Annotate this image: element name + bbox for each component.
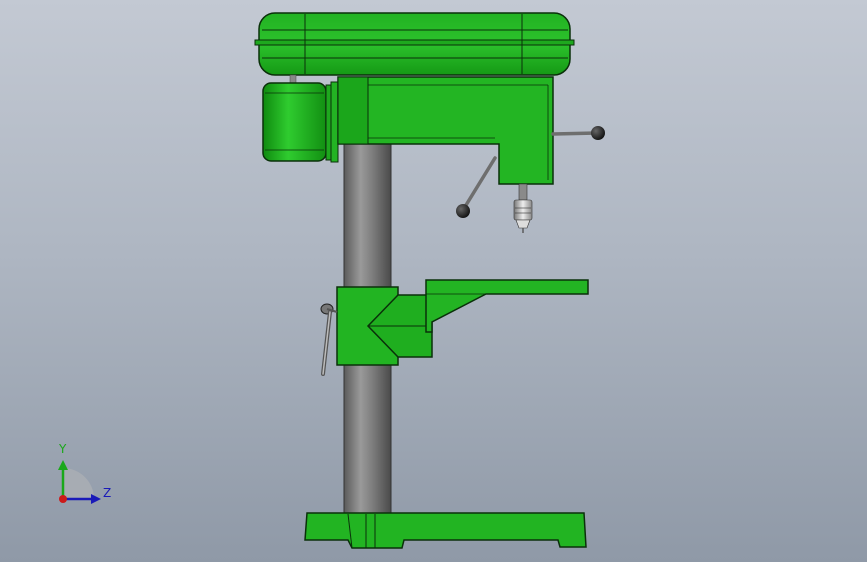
base xyxy=(304,512,587,549)
work-table xyxy=(425,279,589,333)
belt-cover xyxy=(254,12,575,84)
orientation-triad xyxy=(58,460,101,504)
z-axis-arrow-icon xyxy=(91,494,101,504)
drill-press-model[interactable] xyxy=(0,0,867,562)
triad-y-label: Y xyxy=(59,442,67,456)
3d-viewport[interactable]: Y Z xyxy=(0,0,867,562)
feed-handle-left[interactable] xyxy=(456,156,497,218)
table-crank-handle[interactable] xyxy=(320,303,338,376)
table-clamp xyxy=(336,286,433,366)
x-axis-dot-icon xyxy=(59,495,67,503)
y-axis-arrow-icon xyxy=(58,460,68,470)
motor xyxy=(262,81,339,163)
triad-z-label: Z xyxy=(103,486,112,500)
feed-handle-right[interactable] xyxy=(551,126,605,140)
drill-chuck xyxy=(513,183,533,233)
